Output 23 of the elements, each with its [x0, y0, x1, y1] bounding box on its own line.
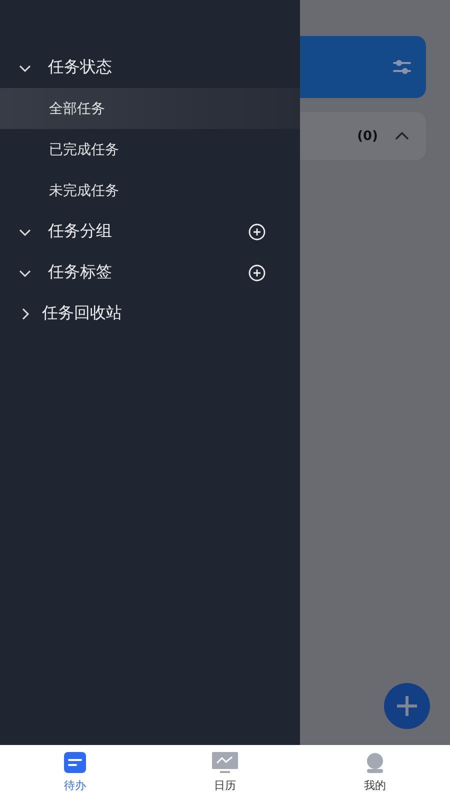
add-task-button[interactable] — [384, 683, 430, 729]
filter-item[interactable]: 未完成任务 — [0, 170, 300, 211]
drawer-section-header[interactable]: 任务分组 — [0, 211, 300, 252]
task-count: (0) — [357, 128, 378, 144]
list-icon — [63, 752, 87, 774]
drawer-section-header[interactable]: 任务回收站 — [0, 293, 300, 334]
tab[interactable]: 我的 — [300, 745, 450, 800]
plus-icon — [395, 694, 419, 718]
tab[interactable]: 日历 — [150, 745, 300, 800]
section-title: 任务分组 — [48, 221, 113, 242]
chart-monitor-icon — [212, 752, 238, 774]
add-icon[interactable] — [248, 222, 266, 240]
section-title: 任务标签 — [48, 262, 113, 283]
filter-item[interactable]: 全部任务 — [0, 88, 300, 129]
caret-up-icon[interactable] — [394, 131, 410, 141]
tab[interactable]: 待办 — [0, 745, 150, 800]
drawer-section-header[interactable]: 任务状态 — [0, 47, 300, 88]
section-title: 任务状态 — [48, 57, 113, 78]
drawer-section-header[interactable]: 任务标签 — [0, 252, 300, 293]
section-title: 任务回收站 — [42, 303, 123, 324]
user-icon — [364, 752, 386, 774]
filter-icon[interactable] — [392, 58, 412, 76]
add-icon[interactable] — [248, 264, 266, 282]
